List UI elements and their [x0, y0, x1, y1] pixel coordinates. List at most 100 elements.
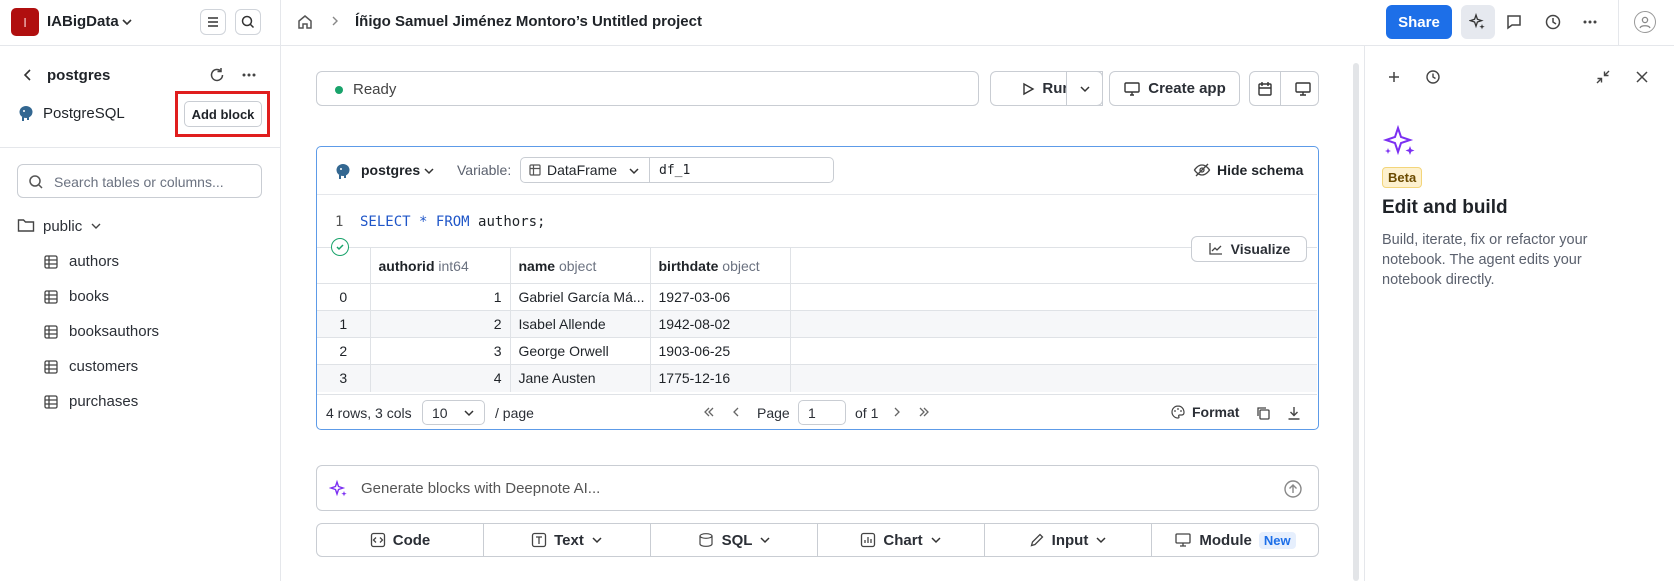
cell[interactable]: George Orwell: [510, 337, 651, 365]
prev-page-icon[interactable]: [731, 406, 741, 418]
row-index: 0: [317, 283, 371, 311]
add-block-bar: Code Text SQL Chart Input Module New: [316, 523, 1319, 557]
chevron-down-icon: [1079, 85, 1090, 92]
sidebar-item-books[interactable]: books: [43, 286, 243, 310]
sidebar-item-customers[interactable]: customers: [43, 356, 243, 380]
download-icon[interactable]: [1286, 405, 1302, 421]
share-button[interactable]: Share: [1386, 5, 1452, 39]
sql-keyword: FROM: [435, 214, 470, 230]
add-module-button[interactable]: Module New: [1152, 524, 1318, 556]
block-integration-select[interactable]: postgres: [361, 162, 420, 178]
cell[interactable]: 1942-08-02: [650, 310, 791, 338]
status-dot: [335, 86, 343, 94]
page-label: Page: [757, 405, 790, 421]
schema-search-input[interactable]: Search tables or columns...: [17, 164, 262, 198]
format-button[interactable]: Format: [1170, 404, 1239, 420]
schema-public[interactable]: public: [43, 218, 82, 235]
collapse-icon[interactable]: [1595, 69, 1611, 85]
table-name: booksauthors: [69, 323, 160, 340]
last-page-icon[interactable]: [917, 406, 931, 418]
ai-agent-panel: Beta Edit and build Build, iterate, fix …: [1364, 46, 1674, 581]
workspace-name[interactable]: IABigData: [47, 13, 119, 30]
add-chart-button[interactable]: Chart: [818, 524, 985, 556]
search-icon: [28, 174, 44, 190]
first-page-icon[interactable]: [702, 406, 716, 418]
cell[interactable]: Jane Austen: [510, 364, 651, 392]
schedule-and-present-group: [1249, 71, 1319, 106]
add-chart-label: Chart: [883, 531, 923, 549]
more-options-icon[interactable]: [1581, 13, 1599, 31]
cell[interactable]: 4: [370, 364, 511, 392]
folder-icon: [17, 217, 35, 233]
home-icon[interactable]: [296, 13, 314, 31]
run-options-button[interactable]: [1066, 71, 1103, 106]
variable-name: df_1: [659, 163, 691, 178]
chevron-down-icon[interactable]: [90, 221, 102, 231]
refresh-icon[interactable]: [208, 66, 226, 84]
plus-icon[interactable]: [1387, 70, 1401, 84]
search-button[interactable]: [235, 9, 261, 35]
variable-type-select[interactable]: DataFrame: [520, 157, 650, 183]
back-icon[interactable]: [22, 68, 34, 82]
cell[interactable]: 1927-03-06: [650, 283, 791, 311]
chevron-down-icon[interactable]: [120, 15, 134, 29]
cell[interactable]: 1: [370, 283, 511, 311]
copy-icon[interactable]: [1255, 405, 1271, 421]
sql-editor[interactable]: SELECT * FROM authors;: [360, 214, 545, 230]
cell[interactable]: 1903-06-25: [650, 337, 791, 365]
filler-cell: [790, 337, 1317, 365]
cell[interactable]: Gabriel García Má...: [510, 283, 651, 311]
comment-icon[interactable]: [1505, 13, 1523, 31]
table-icon: [43, 394, 59, 410]
ai-agent-button[interactable]: [1461, 5, 1495, 39]
project-title[interactable]: Íñigo Samuel Jiménez Montoro’s Untitled …: [355, 13, 702, 30]
more-options-icon[interactable]: [240, 66, 258, 84]
create-app-button[interactable]: Create app: [1109, 71, 1240, 106]
cell[interactable]: 2: [370, 310, 511, 338]
row-index: 3: [317, 364, 371, 392]
divider: [0, 147, 281, 148]
chevron-down-icon: [1096, 537, 1106, 544]
create-app-label: Create app: [1148, 80, 1226, 97]
add-code-button[interactable]: Code: [317, 524, 484, 556]
workspace-logo[interactable]: I: [11, 8, 39, 36]
cell[interactable]: 1775-12-16: [650, 364, 791, 392]
column-header[interactable]: name object: [510, 247, 651, 284]
submit-arrow-icon[interactable]: [1283, 479, 1303, 499]
variable-name-input[interactable]: df_1: [649, 157, 834, 183]
sidebar-item-purchases[interactable]: purchases: [43, 391, 243, 415]
page-number-input[interactable]: 1: [798, 400, 846, 425]
history-icon[interactable]: [1425, 69, 1441, 85]
visualize-button[interactable]: Visualize: [1191, 236, 1307, 262]
calendar-icon[interactable]: [1250, 72, 1281, 105]
page-size-select[interactable]: 10: [422, 400, 485, 425]
sidebar-toggle-button[interactable]: [200, 9, 226, 35]
sidebar-item-authors[interactable]: authors: [43, 251, 243, 275]
chevron-down-icon[interactable]: [423, 166, 435, 176]
cell[interactable]: Isabel Allende: [510, 310, 651, 338]
add-sql-button[interactable]: SQL: [651, 524, 818, 556]
success-check-icon: [331, 238, 349, 256]
history-icon[interactable]: [1544, 13, 1562, 31]
cell[interactable]: 3: [370, 337, 511, 365]
table-name: customers: [69, 358, 139, 375]
close-icon[interactable]: [1635, 70, 1649, 84]
table-row: 0 1 Gabriel García Má... 1927-03-06: [317, 283, 1317, 311]
next-page-icon[interactable]: [892, 406, 902, 418]
sidebar-item-booksauthors[interactable]: booksauthors: [43, 321, 243, 345]
present-icon[interactable]: [1288, 72, 1318, 105]
avatar[interactable]: [1634, 11, 1656, 33]
code-icon: [370, 532, 385, 548]
column-header[interactable]: authorid int64: [370, 247, 511, 284]
add-text-button[interactable]: Text: [484, 524, 651, 556]
hide-schema-button[interactable]: Hide schema: [1193, 159, 1313, 181]
line-chart-icon: [1209, 243, 1222, 255]
topbar-divider: [1618, 0, 1619, 46]
scrollbar[interactable]: [1353, 63, 1359, 581]
add-text-label: Text: [554, 531, 584, 549]
ai-prompt-input[interactable]: Generate blocks with Deepnote AI...: [316, 465, 1319, 511]
column-header[interactable]: birthdate object: [650, 247, 791, 284]
play-icon: [1023, 82, 1035, 95]
pencil-icon: [1030, 533, 1044, 547]
add-input-button[interactable]: Input: [985, 524, 1152, 556]
